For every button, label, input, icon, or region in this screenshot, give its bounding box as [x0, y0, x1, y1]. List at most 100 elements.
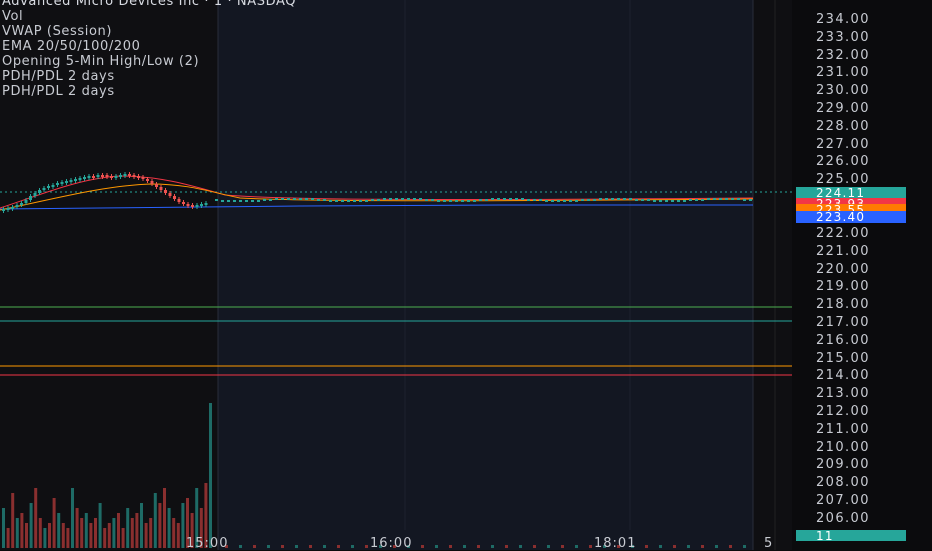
candle-body	[92, 176, 95, 178]
volume-bar	[435, 545, 438, 548]
candle-body	[641, 199, 644, 201]
volume-bar	[20, 513, 24, 548]
price-tick: 218.00	[816, 297, 870, 312]
volume-bar	[337, 545, 340, 548]
volume-bar	[589, 545, 592, 548]
candle-body	[186, 204, 190, 206]
price-tick: 214.00	[816, 368, 870, 383]
volume-bar	[107, 523, 111, 548]
volume-bar	[673, 545, 676, 548]
time-tick: 5	[764, 536, 774, 551]
indicator-pdh-pdl-1[interactable]: PDH/PDL 2 days	[2, 69, 296, 84]
candle-body	[281, 198, 284, 200]
candle-body	[443, 200, 446, 202]
candle-body	[38, 190, 41, 193]
volume-bar	[38, 518, 42, 548]
indicator-volume[interactable]: Vol	[2, 9, 296, 24]
indicator-opening-range[interactable]: Opening 5-Min High/Low (2)	[2, 54, 296, 69]
candle-body	[371, 199, 374, 201]
volume-bar	[176, 523, 180, 548]
candle-body	[335, 200, 338, 202]
volume-bar	[729, 545, 732, 548]
candle-body	[473, 200, 476, 202]
candle-body	[11, 207, 14, 209]
candle-body	[317, 199, 320, 201]
candle-body	[689, 199, 692, 201]
candle-body	[221, 200, 224, 202]
candle-body	[749, 199, 752, 201]
candle-body	[587, 199, 590, 201]
volume-badge: 11	[796, 530, 906, 542]
volume-bar	[172, 518, 176, 548]
candle-body	[168, 193, 172, 196]
volume-bar	[281, 545, 284, 548]
candle-body	[227, 200, 230, 202]
candle-body	[42, 188, 46, 190]
candle-body	[509, 198, 512, 200]
candle-body	[671, 200, 674, 202]
candle-body	[569, 200, 572, 202]
price-tick: 232.00	[816, 48, 870, 63]
candle-body	[251, 200, 254, 202]
candle-body	[353, 200, 356, 202]
candle-body	[575, 200, 578, 202]
candle-body	[461, 200, 464, 202]
candle-body	[449, 200, 452, 202]
volume-bar	[505, 545, 508, 548]
candle-body	[617, 198, 620, 200]
candle-body	[200, 204, 203, 206]
volume-bar	[491, 545, 494, 548]
candle-body	[725, 198, 728, 200]
candle-body	[629, 198, 632, 200]
candle-body	[275, 198, 278, 200]
price-tick: 213.00	[816, 386, 870, 401]
volume-bar	[135, 513, 139, 548]
candle-body	[245, 200, 248, 202]
price-tick: 208.00	[816, 475, 870, 490]
indicator-pdh-pdl-2[interactable]: PDH/PDL 2 days	[2, 84, 296, 99]
candle-body	[293, 198, 296, 200]
candle-body	[401, 198, 404, 200]
price-tick: 229.00	[816, 101, 870, 116]
candle-body	[521, 198, 524, 200]
candle-body	[114, 176, 118, 178]
volume-bar	[153, 493, 157, 548]
volume-bar	[519, 545, 522, 548]
price-tick: 231.00	[816, 65, 870, 80]
volume-bar	[365, 545, 368, 548]
price-tick: 227.00	[816, 137, 870, 152]
candle-body	[455, 200, 458, 202]
indicator-vwap[interactable]: VWAP (Session)	[2, 24, 296, 39]
candle-body	[191, 205, 194, 207]
price-tick: 222.00	[816, 226, 870, 241]
volume-bar	[209, 403, 212, 548]
candle-body	[647, 199, 650, 201]
candle-body	[155, 184, 158, 187]
candle-body	[177, 199, 181, 202]
candle-body	[2, 209, 5, 211]
candle-body	[425, 199, 428, 201]
candle-body	[215, 199, 218, 201]
price-tick: 221.00	[816, 244, 870, 259]
price-tick: 211.00	[816, 422, 870, 437]
candle-body	[69, 180, 73, 182]
candle-body	[56, 183, 59, 185]
candle-body	[233, 200, 236, 202]
candle-body	[159, 187, 163, 190]
candle-body	[341, 200, 344, 202]
volume-bar	[477, 545, 480, 548]
candle-body	[437, 200, 440, 202]
volume-bar	[239, 545, 242, 548]
candle-body	[269, 199, 272, 201]
candle-body	[15, 205, 19, 207]
volume-bar	[701, 545, 704, 548]
volume-bar	[743, 545, 746, 548]
volume-bar	[34, 488, 38, 548]
volume-bar	[267, 545, 270, 548]
volume-bar	[309, 545, 312, 548]
symbol-title[interactable]: Advanced Micro Devices Inc · 1 · NASDAQ	[2, 0, 296, 9]
candle-body	[33, 193, 37, 196]
candle-body	[164, 190, 167, 193]
volume-bar	[253, 545, 256, 548]
indicator-ema[interactable]: EMA 20/50/100/200	[2, 39, 296, 54]
